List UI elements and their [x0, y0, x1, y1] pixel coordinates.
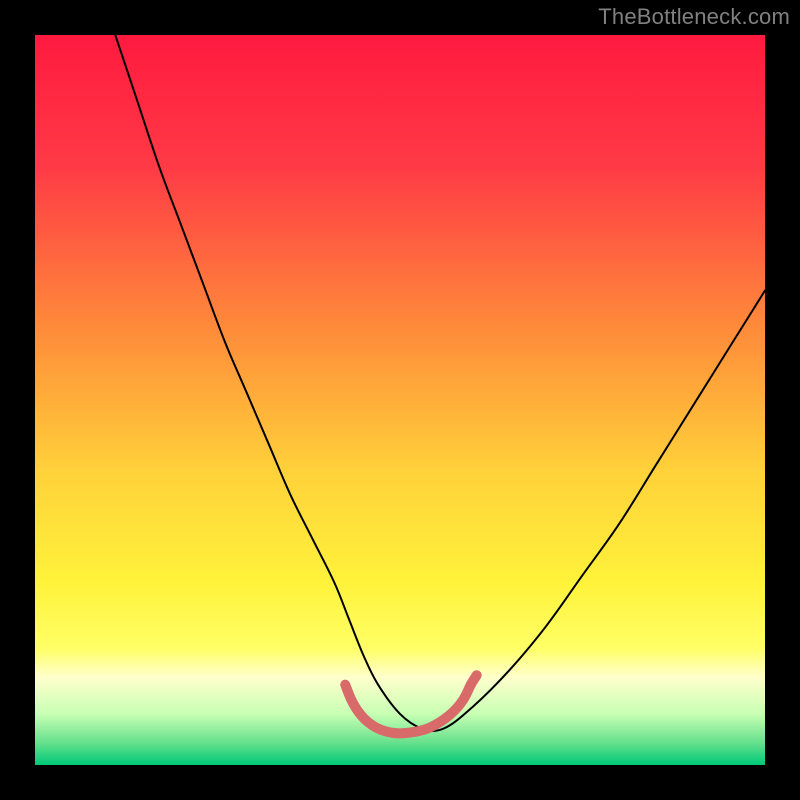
bottleneck-chart — [35, 35, 765, 765]
chart-frame: TheBottleneck.com — [0, 0, 800, 800]
chart-background — [35, 35, 765, 765]
watermark-text: TheBottleneck.com — [598, 4, 790, 30]
